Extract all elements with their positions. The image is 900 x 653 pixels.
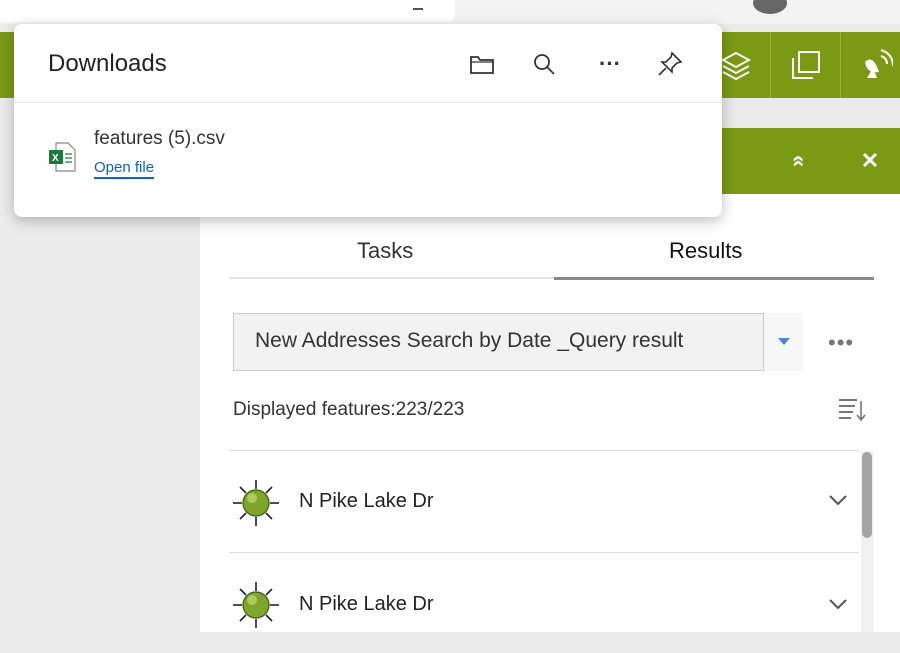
chevron-down-icon xyxy=(777,338,790,345)
more-options-icon[interactable]: ••• xyxy=(828,330,854,356)
close-icon[interactable]: ✕ xyxy=(855,146,885,176)
result-label: N Pike Lake Dr xyxy=(299,593,434,615)
open-file-link[interactable]: Open file xyxy=(94,159,155,179)
downloads-divider xyxy=(14,102,722,103)
svg-text:X: X xyxy=(52,153,59,164)
sort-icon[interactable] xyxy=(837,397,867,428)
chevron-down-icon[interactable] xyxy=(829,599,847,611)
downloads-title: Downloads xyxy=(48,50,167,77)
tab-tasks[interactable]: Tasks xyxy=(357,238,413,264)
tab-active-indicator xyxy=(554,277,874,280)
scrollbar-thumb[interactable] xyxy=(862,452,872,538)
satellite-button[interactable] xyxy=(840,32,900,98)
collapse-icon[interactable]: » xyxy=(782,146,812,176)
search-icon[interactable] xyxy=(530,50,558,78)
result-row[interactable]: N Pike Lake Dr xyxy=(229,451,859,551)
layer-select-value: New Addresses Search by Date _Query resu… xyxy=(255,329,684,352)
browser-tab[interactable] xyxy=(0,0,455,22)
overview-icon xyxy=(792,51,820,79)
download-file-name: features (5).csv xyxy=(94,128,225,149)
pin-icon[interactable] xyxy=(656,50,684,78)
result-row[interactable]: N Pike Lake Dr xyxy=(229,553,859,653)
layers-icon xyxy=(720,51,752,81)
select-dropdown-button[interactable] xyxy=(763,313,803,371)
more-icon[interactable]: ··· xyxy=(596,50,624,78)
feature-symbol-icon xyxy=(233,582,279,628)
feature-symbol-icon xyxy=(233,480,279,526)
chevron-down-icon[interactable] xyxy=(829,495,847,507)
result-label: N Pike Lake Dr xyxy=(299,490,434,512)
overview-button[interactable] xyxy=(770,32,841,98)
tab-minimize-mark xyxy=(413,8,423,10)
tab-results[interactable]: Results xyxy=(669,238,742,264)
satellite-icon xyxy=(865,49,893,78)
excel-file-icon: X xyxy=(48,142,76,177)
folder-icon[interactable] xyxy=(468,50,496,78)
downloads-popup: Downloads ··· X features (5).csv Open fi… xyxy=(14,24,722,217)
displayed-features-count: Displayed features:223/223 xyxy=(233,399,465,420)
